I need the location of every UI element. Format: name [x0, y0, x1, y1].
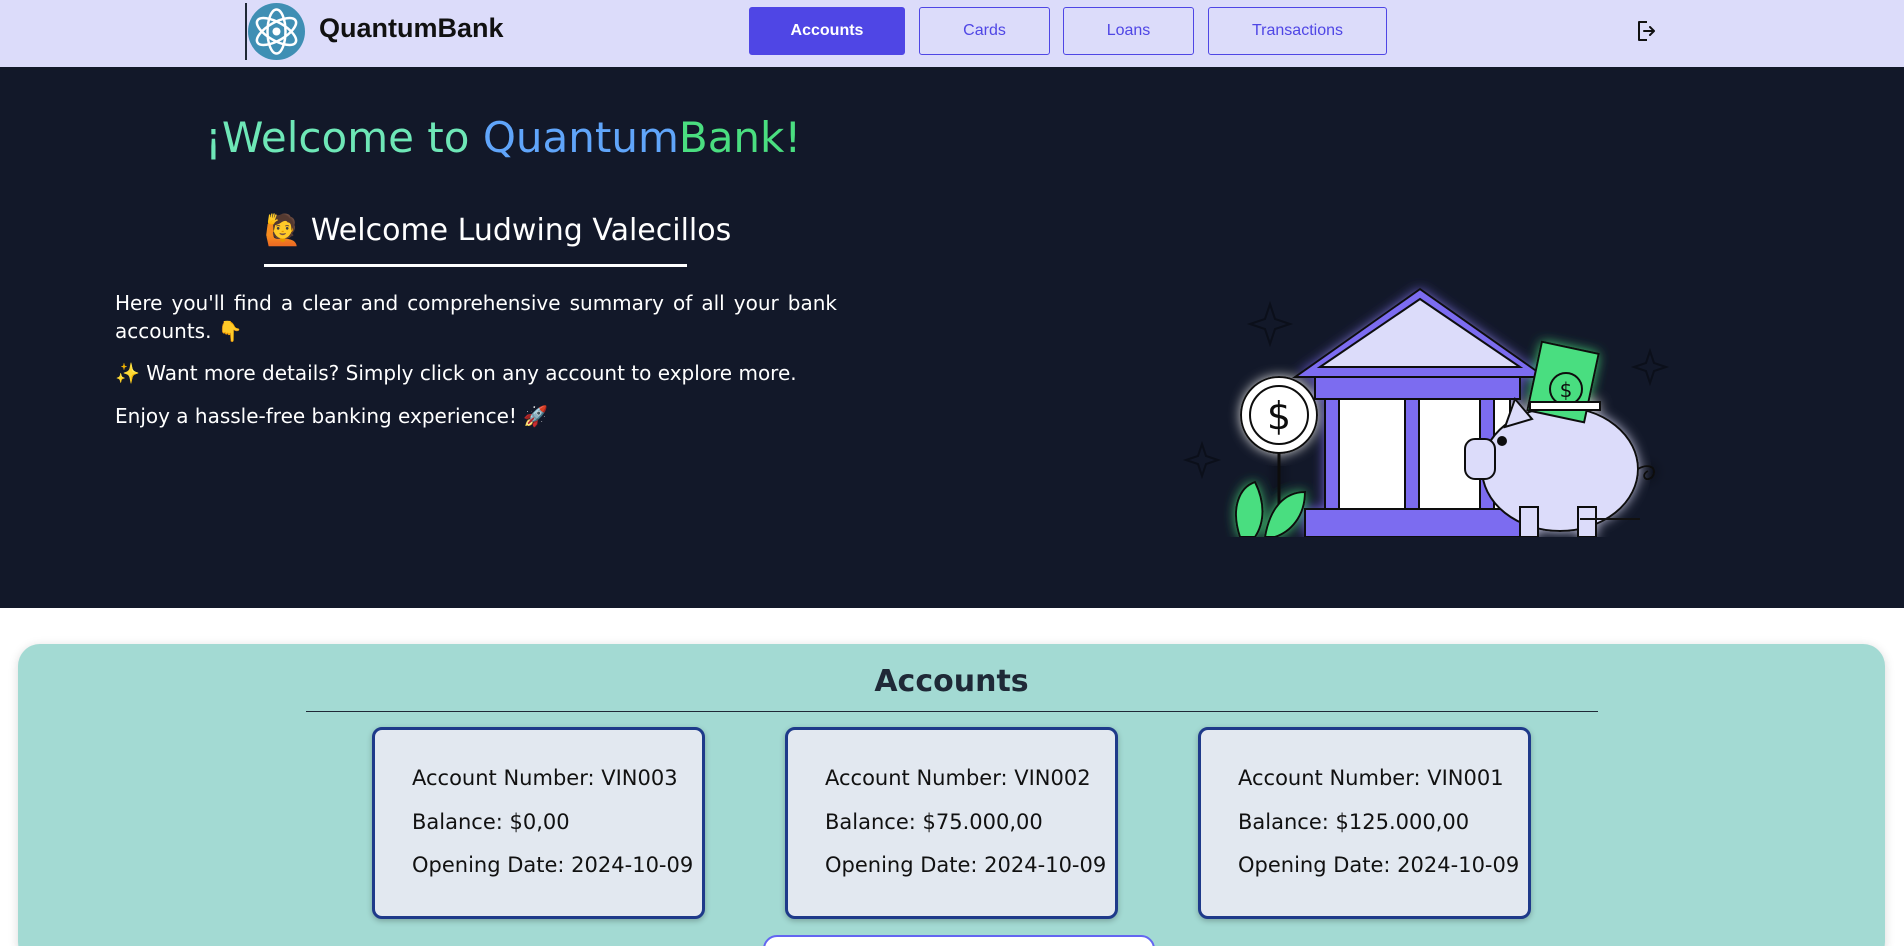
brand-name[interactable]: QuantumBank	[319, 13, 504, 44]
hero-section: ¡Welcome to QuantumBank! 🙋 Welcome Ludwi…	[0, 67, 1904, 608]
hero-enjoy-text: Enjoy a hassle-free banking experience! …	[115, 404, 549, 428]
account-card-vin001[interactable]: Account Number: VIN001 Balance: $125.000…	[1198, 727, 1531, 919]
account-opening-date: Opening Date: 2024-10-09	[412, 853, 694, 877]
hero-summary-text: Here you'll find a clear and comprehensi…	[115, 291, 837, 343]
svg-text:$: $	[1267, 394, 1291, 438]
account-balance: Balance: $75.000,00	[825, 810, 1043, 834]
account-opening-date: Opening Date: 2024-10-09	[1238, 853, 1520, 877]
account-number: Account Number: VIN003	[412, 766, 678, 790]
account-balance: Balance: $0,00	[412, 810, 570, 834]
accounts-panel: Accounts Account Number: VIN003 Balance:…	[18, 644, 1885, 946]
partially-visible-button[interactable]	[763, 935, 1155, 946]
account-card-vin003[interactable]: Account Number: VIN003 Balance: $0,00 Op…	[372, 727, 705, 919]
account-balance: Balance: $125.000,00	[1238, 810, 1470, 834]
account-number: Account Number: VIN001	[1238, 766, 1504, 790]
account-card-vin002[interactable]: Account Number: VIN002 Balance: $75.000,…	[785, 727, 1118, 919]
hero-title-part3: Bank!	[678, 113, 802, 162]
hero-title-part2: Quantum	[482, 113, 679, 162]
top-navbar: QuantumBank Accounts Cards Loans Transac…	[0, 0, 1904, 67]
hero-title-part1: ¡Welcome to	[205, 113, 483, 162]
hero-title: ¡Welcome to QuantumBank!	[205, 113, 801, 162]
svg-text:$: $	[1560, 378, 1573, 402]
nav-cards-button[interactable]: Cards	[919, 7, 1050, 55]
bank-piggybank-illustration: $ $	[1180, 207, 1680, 538]
account-opening-date: Opening Date: 2024-10-09	[825, 853, 1107, 877]
welcome-user-text: Welcome Ludwing Valecillos	[310, 213, 732, 248]
nav-transactions-button[interactable]: Transactions	[1208, 7, 1387, 55]
accounts-title-underline	[306, 711, 1598, 712]
nav-loans-button[interactable]: Loans	[1063, 7, 1194, 55]
nav-accounts-button[interactable]: Accounts	[749, 7, 905, 55]
welcome-user-heading: 🙋 Welcome Ludwing Valecillos	[264, 213, 731, 248]
raising-hand-icon: 🙋	[264, 213, 302, 248]
hero-details-text: ✨ Want more details? Simply click on any…	[115, 361, 797, 385]
logo-divider	[245, 3, 247, 60]
account-number: Account Number: VIN002	[825, 766, 1091, 790]
accounts-title: Accounts	[874, 664, 1029, 699]
welcome-underline	[264, 264, 687, 267]
logout-icon[interactable]	[1636, 20, 1656, 42]
atom-logo-icon[interactable]	[248, 3, 305, 60]
